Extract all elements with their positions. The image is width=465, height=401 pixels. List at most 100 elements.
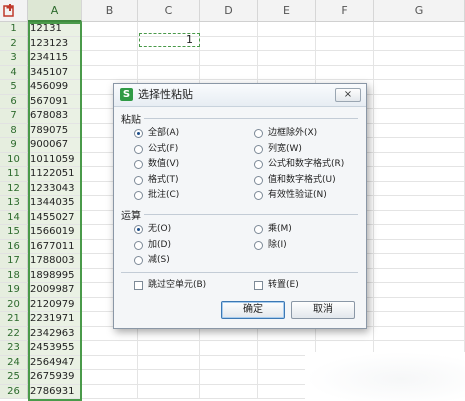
cell-a[interactable]: 1677011 (28, 239, 82, 254)
row-header[interactable]: 17 (0, 254, 28, 269)
checkbox-box[interactable] (134, 281, 143, 290)
row-header[interactable]: 5 (0, 80, 28, 95)
select-all-corner[interactable] (0, 0, 28, 22)
cell-a[interactable]: 123123 (28, 36, 82, 51)
cell-a[interactable]: 1122051 (28, 167, 82, 182)
cell[interactable] (200, 341, 258, 356)
cell[interactable] (316, 22, 374, 37)
cell-a[interactable]: 2342963 (28, 326, 82, 341)
row-header[interactable]: 18 (0, 268, 28, 283)
radio-button[interactable] (254, 129, 263, 138)
cell[interactable] (258, 36, 316, 51)
row-header[interactable]: 26 (0, 384, 28, 399)
cell[interactable] (82, 36, 138, 51)
cell[interactable] (316, 51, 374, 66)
row-header[interactable]: 8 (0, 123, 28, 138)
cancel-button[interactable]: 取消 (291, 301, 355, 319)
cell-a[interactable]: 2453955 (28, 341, 82, 356)
cell[interactable] (82, 384, 138, 399)
row-header[interactable]: 19 (0, 283, 28, 298)
row-header[interactable]: 22 (0, 326, 28, 341)
cell[interactable] (82, 370, 138, 385)
row-header[interactable]: 24 (0, 355, 28, 370)
cell-a[interactable]: 1455027 (28, 210, 82, 225)
cell[interactable] (374, 123, 465, 138)
cell[interactable] (200, 355, 258, 370)
radio-button[interactable] (134, 225, 143, 234)
row-header[interactable]: 9 (0, 138, 28, 153)
cell[interactable] (258, 65, 316, 80)
cell[interactable] (374, 196, 465, 211)
cell[interactable] (316, 65, 374, 80)
cell[interactable] (374, 80, 465, 95)
cell-a[interactable]: 2009987 (28, 283, 82, 298)
cell-a[interactable]: 2675939 (28, 370, 82, 385)
column-header-d[interactable]: D (200, 0, 258, 22)
cell[interactable] (374, 326, 465, 341)
cell[interactable] (82, 341, 138, 356)
cell[interactable] (200, 22, 258, 37)
row-header[interactable]: 14 (0, 210, 28, 225)
column-header-g[interactable]: G (374, 0, 465, 22)
row-header[interactable]: 25 (0, 370, 28, 385)
cell[interactable] (82, 22, 138, 37)
column-header-e[interactable]: E (258, 0, 316, 22)
radio-button[interactable] (134, 144, 143, 154)
row-header[interactable]: 6 (0, 94, 28, 109)
column-header-c[interactable]: C (138, 0, 200, 22)
cell-a[interactable]: 1788003 (28, 254, 82, 269)
cell[interactable] (374, 210, 465, 225)
cell-a[interactable]: 567091 (28, 94, 82, 109)
cell[interactable] (138, 65, 200, 80)
column-header-b[interactable]: B (82, 0, 138, 22)
cell[interactable] (374, 109, 465, 124)
cell-a[interactable]: 2120979 (28, 297, 82, 312)
radio-button[interactable] (254, 191, 263, 200)
row-header[interactable]: 15 (0, 225, 28, 240)
row-header[interactable]: 10 (0, 152, 28, 167)
cell[interactable] (200, 36, 258, 51)
radio-button[interactable] (134, 240, 143, 250)
cell-a[interactable]: 1898995 (28, 268, 82, 283)
cell[interactable] (374, 239, 465, 254)
cell[interactable] (258, 51, 316, 66)
cell[interactable] (138, 370, 200, 385)
cell[interactable] (374, 297, 465, 312)
column-header-a[interactable]: A (28, 0, 82, 22)
radio-button[interactable] (254, 225, 263, 234)
cell[interactable] (138, 51, 200, 66)
cell-a[interactable]: 12131 (28, 22, 82, 37)
cell[interactable] (82, 65, 138, 80)
row-header[interactable]: 23 (0, 341, 28, 356)
radio-button[interactable] (134, 129, 143, 138)
row-header[interactable]: 12 (0, 181, 28, 196)
cell[interactable] (374, 138, 465, 153)
cell-a[interactable]: 678083 (28, 109, 82, 124)
row-header[interactable]: 7 (0, 109, 28, 124)
cell[interactable] (374, 181, 465, 196)
checkbox-box[interactable] (254, 281, 263, 290)
row-header[interactable]: 11 (0, 167, 28, 182)
cell-a[interactable]: 1566019 (28, 225, 82, 240)
cell[interactable] (200, 370, 258, 385)
radio-button[interactable] (134, 256, 143, 265)
column-header-f[interactable]: F (316, 0, 374, 22)
cell-a[interactable]: 2564947 (28, 355, 82, 370)
cell[interactable] (374, 254, 465, 269)
radio-button[interactable] (254, 175, 263, 185)
radio-button[interactable] (134, 160, 143, 169)
row-header[interactable]: 21 (0, 312, 28, 327)
cell-a[interactable]: 1344035 (28, 196, 82, 211)
cell[interactable] (374, 283, 465, 298)
row-header[interactable]: 16 (0, 239, 28, 254)
ok-button[interactable]: 确定 (221, 301, 285, 319)
dialog-titlebar[interactable]: S 选择性粘贴 × (114, 84, 366, 107)
cell[interactable] (200, 65, 258, 80)
cell[interactable] (138, 341, 200, 356)
cell[interactable] (374, 167, 465, 182)
cell[interactable] (200, 51, 258, 66)
cell-a[interactable]: 1011059 (28, 152, 82, 167)
radio-button[interactable] (254, 160, 263, 169)
cell-a[interactable]: 900067 (28, 138, 82, 153)
cell[interactable] (374, 152, 465, 167)
